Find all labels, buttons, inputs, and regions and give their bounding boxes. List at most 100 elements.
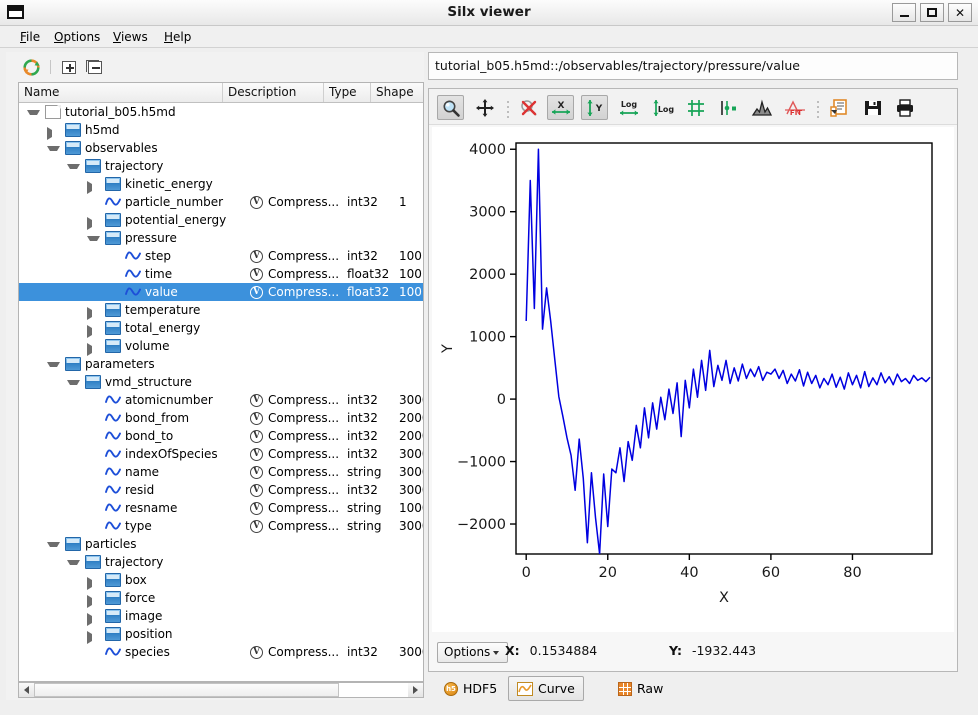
tree-item-velocity[interactable]: velocity: [19, 661, 423, 663]
fit-button[interactable]: FIT: [781, 95, 808, 120]
tree-item-trajectory[interactable]: trajectory: [19, 157, 423, 175]
roi-button[interactable]: [748, 95, 775, 120]
tree-item-tutorial-b05-h5md[interactable]: tutorial_b05.h5md: [19, 103, 423, 121]
tree-item-total-energy[interactable]: total_energy: [19, 319, 423, 337]
dataset-path-field[interactable]: tutorial_b05.h5md::/observables/trajecto…: [428, 52, 958, 80]
column-header-shape[interactable]: Shape: [371, 83, 423, 102]
tree-item-indexofspecies[interactable]: indexOfSpeciesVCompress...int323000: [19, 445, 423, 463]
tree-item-name[interactable]: nameVCompress...string3000: [19, 463, 423, 481]
folder-icon: [85, 555, 101, 569]
refresh-button[interactable]: [20, 56, 42, 78]
folder-icon: [105, 177, 121, 191]
curve-style-button[interactable]: [715, 95, 742, 120]
tree-item-species[interactable]: speciesVCompress...int323000: [19, 643, 423, 661]
scroll-track[interactable]: [34, 683, 408, 697]
column-header-description[interactable]: Description: [223, 83, 324, 102]
scroll-left-button[interactable]: [19, 683, 34, 697]
tree-item-potential-energy[interactable]: potential_energy: [19, 211, 423, 229]
tree-item-particle-number[interactable]: particle_numberVCompress...int321: [19, 193, 423, 211]
plot-canvas[interactable]: −2000−100001000200030004000020406080XY: [432, 127, 954, 632]
tree-item-observables[interactable]: observables: [19, 139, 423, 157]
tree-item-type[interactable]: typeVCompress...string3000: [19, 517, 423, 535]
collapse-all-button[interactable]: [84, 56, 106, 78]
reset-zoom-button[interactable]: [515, 95, 542, 120]
tree-item-value[interactable]: valueVCompress...float32100: [19, 283, 423, 301]
menu-bar: FileOptionsViewsHelp: [0, 26, 978, 48]
save-button[interactable]: [859, 95, 886, 120]
menu-options[interactable]: Options: [48, 28, 106, 46]
maximize-button[interactable]: [920, 3, 944, 22]
y-log-scale-button[interactable]: Log: [649, 95, 676, 120]
tree-item-label: position: [125, 625, 173, 643]
dataset-curve-icon: [105, 519, 121, 533]
column-header-name[interactable]: Name: [19, 83, 223, 102]
tree-item-volume[interactable]: volume: [19, 337, 423, 355]
pan-mode-button[interactable]: [471, 95, 498, 120]
tab-curve[interactable]: Curve: [508, 676, 584, 701]
tree-item-label: vmd_structure: [105, 373, 192, 391]
tree-item-label: value: [145, 283, 178, 301]
tree-item-h5md[interactable]: h5md: [19, 121, 423, 139]
tree-item-trajectory[interactable]: trajectory: [19, 553, 423, 571]
tree-item-type: int32: [347, 391, 378, 409]
minimize-button[interactable]: [892, 3, 916, 22]
tree-item-image[interactable]: image: [19, 607, 423, 625]
tree-item-temperature[interactable]: temperature: [19, 301, 423, 319]
tree-item-time[interactable]: timeVCompress...float32100: [19, 265, 423, 283]
tree-item-parameters[interactable]: parameters: [19, 355, 423, 373]
grid-button[interactable]: [682, 95, 709, 120]
title-bar: Silx viewer ✕: [0, 0, 978, 26]
tree-item-label: pressure: [125, 229, 177, 247]
tree-item-label: volume: [125, 337, 169, 355]
curve-style-icon: [718, 98, 740, 118]
tree-item-shape: 3000: [399, 481, 423, 499]
y-autoscale-button[interactable]: Y: [581, 95, 608, 120]
tree-item-label: tutorial_b05.h5md: [65, 103, 176, 121]
compression-icon: V: [250, 394, 263, 407]
menu-help[interactable]: Help: [158, 28, 197, 46]
close-button[interactable]: ✕: [948, 3, 972, 22]
folder-icon: [105, 339, 121, 353]
tree-item-box[interactable]: box: [19, 571, 423, 589]
tree-item-resname[interactable]: resnameVCompress...string1000: [19, 499, 423, 517]
tab-hdf5[interactable]: h5HDF5: [436, 676, 505, 701]
hdf5-icon: h5: [444, 682, 458, 696]
tree-item-label: bond_to: [125, 427, 173, 445]
tree-item-step[interactable]: stepVCompress...int32100: [19, 247, 423, 265]
x-autoscale-button[interactable]: X: [547, 95, 574, 120]
tree-item-label: time: [145, 265, 172, 283]
tree-horizontal-scrollbar[interactable]: [18, 682, 424, 698]
tree-item-bond-to[interactable]: bond_toVCompress...int322000: [19, 427, 423, 445]
tree-item-atomicnumber[interactable]: atomicnumberVCompress...int323000: [19, 391, 423, 409]
tree-item-pressure[interactable]: pressure: [19, 229, 423, 247]
x-log-scale-button[interactable]: Log: [615, 95, 642, 120]
print-button[interactable]: [891, 95, 918, 120]
tree-item-vmd-structure[interactable]: vmd_structure: [19, 373, 423, 391]
plot-options-button[interactable]: Options: [437, 642, 508, 663]
expand-all-button[interactable]: [58, 56, 80, 78]
tab-raw[interactable]: Raw: [610, 676, 671, 701]
tree-item-particles[interactable]: particles: [19, 535, 423, 553]
tree-item-force[interactable]: force: [19, 589, 423, 607]
tree-item-description: Compress...: [268, 247, 339, 265]
scroll-right-button[interactable]: [408, 683, 423, 697]
menu-views[interactable]: Views: [107, 28, 154, 46]
compression-icon: V: [250, 196, 263, 209]
y-tick-label: 4000: [469, 142, 506, 158]
x-coordinate-label: X:: [505, 643, 520, 658]
curve-icon: [517, 682, 533, 696]
plot-frame: XY Log Log FIT −2000−1000010002000300040000…: [428, 88, 958, 672]
tree-item-kinetic-energy[interactable]: kinetic_energy: [19, 175, 423, 193]
scroll-thumb[interactable]: [34, 683, 339, 697]
copy-button[interactable]: [825, 95, 852, 120]
tree-item-bond-from[interactable]: bond_fromVCompress...int322000: [19, 409, 423, 427]
x-tick-label: 80: [843, 565, 861, 581]
column-header-type[interactable]: Type: [324, 83, 371, 102]
menu-file[interactable]: File: [14, 28, 46, 46]
tree-item-shape: 3000: [399, 463, 423, 481]
zoom-mode-button[interactable]: [437, 95, 464, 120]
tree-item-position[interactable]: position: [19, 625, 423, 643]
tree-item-resid[interactable]: residVCompress...int323000: [19, 481, 423, 499]
x-log-scale-icon: Log: [617, 98, 641, 118]
hdf5-tree[interactable]: Name Description Type Shape tutorial_b05…: [18, 82, 424, 682]
